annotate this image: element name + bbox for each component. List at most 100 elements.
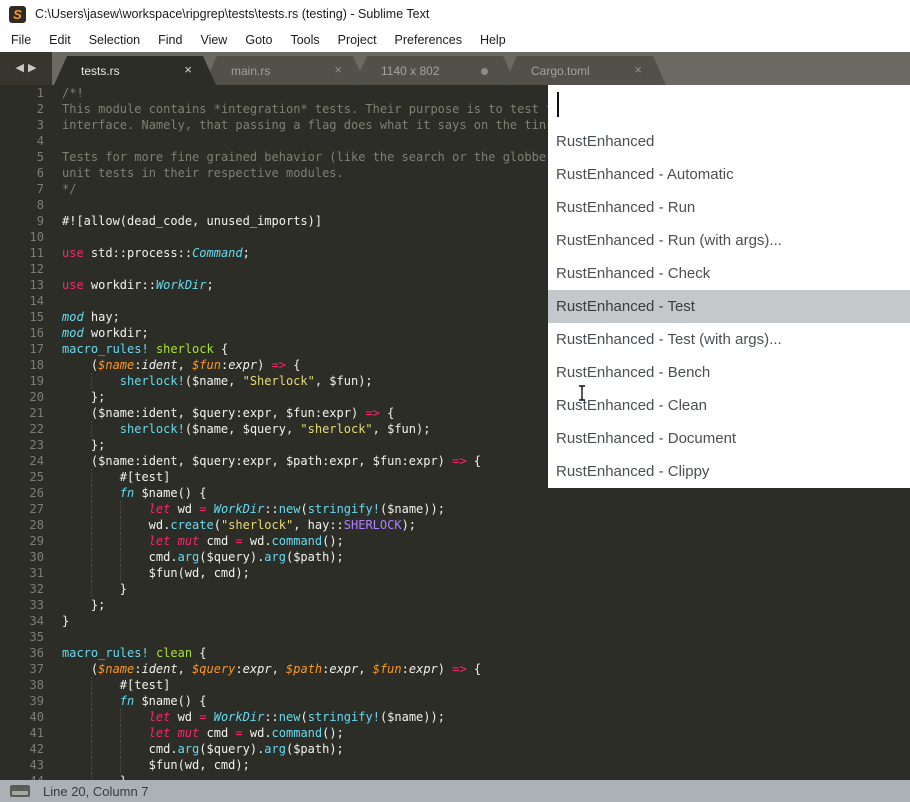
- close-icon[interactable]: ×: [634, 62, 642, 78]
- code-line[interactable]: 29let mut cmd = wd.command();: [0, 533, 910, 549]
- menu-view[interactable]: View: [191, 30, 236, 50]
- indent: [62, 421, 91, 437]
- menu-file[interactable]: File: [2, 30, 40, 50]
- line-number: 27: [0, 501, 44, 517]
- indent: [62, 581, 91, 597]
- tab-cargo.toml[interactable]: Cargo.toml×: [504, 56, 666, 85]
- palette-item[interactable]: RustEnhanced - Test (with args)...: [548, 323, 910, 356]
- line-number: 17: [0, 341, 44, 357]
- tab-1140-x-802[interactable]: 1140 x 802: [354, 56, 516, 85]
- palette-item[interactable]: RustEnhanced - Test: [548, 290, 910, 323]
- palette-item[interactable]: RustEnhanced - Run (with args)...: [548, 224, 910, 257]
- indent: [62, 485, 91, 501]
- tab-back-icon[interactable]: ◀: [16, 63, 24, 74]
- indent-guide: [91, 693, 120, 709]
- indent: [62, 405, 91, 421]
- ibeam-cursor-icon: [577, 385, 587, 401]
- palette-item[interactable]: RustEnhanced - Run: [548, 191, 910, 224]
- line-number: 10: [0, 229, 44, 245]
- line-number: 8: [0, 197, 44, 213]
- line-number: 12: [0, 261, 44, 277]
- code-line[interactable]: 32}: [0, 581, 910, 597]
- indent-guide: [120, 517, 149, 533]
- menu-find[interactable]: Find: [149, 30, 191, 50]
- code-text: let wd = WorkDir::new(stringify!($name))…: [62, 709, 445, 725]
- tab-tests.rs[interactable]: tests.rs×: [54, 56, 216, 85]
- palette-item[interactable]: RustEnhanced - Check: [548, 257, 910, 290]
- code-line[interactable]: 43$fun(wd, cmd);: [0, 757, 910, 773]
- code-line[interactable]: 35: [0, 629, 910, 645]
- code-line[interactable]: 42cmd.arg($query).arg($path);: [0, 741, 910, 757]
- line-number: 44: [0, 773, 44, 780]
- code-line[interactable]: 34}: [0, 613, 910, 629]
- command-palette-input[interactable]: [548, 85, 910, 125]
- line-number: 19: [0, 373, 44, 389]
- line-number: 13: [0, 277, 44, 293]
- code-text: use workdir::WorkDir;: [62, 277, 214, 293]
- indent: [62, 565, 91, 581]
- indent: [62, 437, 91, 453]
- palette-item[interactable]: RustEnhanced - Automatic: [548, 158, 910, 191]
- indent-guide: [91, 533, 120, 549]
- palette-item[interactable]: RustEnhanced: [548, 125, 910, 158]
- menu-tools[interactable]: Tools: [281, 30, 328, 50]
- palette-item[interactable]: RustEnhanced - Clean: [548, 389, 910, 422]
- menu-preferences[interactable]: Preferences: [386, 30, 471, 50]
- code-text: #[test]: [62, 469, 170, 485]
- line-number: 41: [0, 725, 44, 741]
- vintage-mode-icon[interactable]: [10, 785, 30, 797]
- code-text: }: [62, 773, 127, 780]
- menu-goto[interactable]: Goto: [236, 30, 281, 50]
- code-text: ($name:ident, $query:expr, $fun:expr) =>…: [62, 405, 394, 421]
- code-line[interactable]: 40let wd = WorkDir::new(stringify!($name…: [0, 709, 910, 725]
- code-line[interactable]: 41let mut cmd = wd.command();: [0, 725, 910, 741]
- line-number: 22: [0, 421, 44, 437]
- code-text: }: [62, 613, 69, 629]
- code-line[interactable]: 44}: [0, 773, 910, 780]
- palette-item[interactable]: RustEnhanced - Clippy: [548, 455, 910, 488]
- indent-guide: [120, 725, 149, 741]
- indent: [62, 725, 91, 741]
- code-line[interactable]: 33};: [0, 597, 910, 613]
- code-line[interactable]: 31$fun(wd, cmd);: [0, 565, 910, 581]
- indent-guide: [91, 773, 120, 780]
- menu-edit[interactable]: Edit: [40, 30, 80, 50]
- code-text: sherlock!($name, $query, "sherlock", $fu…: [62, 421, 430, 437]
- code-line[interactable]: 27 let wd = WorkDir::new(stringify!($name…: [0, 501, 910, 517]
- code-line[interactable]: 39fn $name() {: [0, 693, 910, 709]
- indent-guide: [91, 565, 120, 581]
- menu-selection[interactable]: Selection: [80, 30, 149, 50]
- indent: [62, 389, 91, 405]
- indent-guide: [120, 757, 149, 773]
- indent-guide: [120, 533, 149, 549]
- tab-forward-icon[interactable]: ▶: [28, 63, 36, 74]
- code-line[interactable]: 37 ($name:ident, $query:expr, $path:expr,…: [0, 661, 910, 677]
- line-number: 39: [0, 693, 44, 709]
- code-text: }: [62, 581, 127, 597]
- menu-help[interactable]: Help: [471, 30, 515, 50]
- tab-main.rs[interactable]: main.rs×: [204, 56, 366, 85]
- palette-item[interactable]: RustEnhanced - Bench: [548, 356, 910, 389]
- code-line[interactable]: 28wd.create("sherlock", hay::SHERLOCK);: [0, 517, 910, 533]
- code-line[interactable]: 30cmd.arg($query).arg($path);: [0, 549, 910, 565]
- sublime-text-window: S C:\Users\jasew\workspace\ripgrep\tests…: [0, 0, 910, 802]
- code-text: let wd = WorkDir::new(stringify!($name))…: [62, 501, 445, 517]
- menu-project[interactable]: Project: [329, 30, 386, 50]
- modified-dot-icon: [481, 68, 488, 75]
- line-number: 24: [0, 453, 44, 469]
- indent-guide: [91, 517, 120, 533]
- close-icon[interactable]: ×: [184, 62, 192, 78]
- indent-guide: [91, 501, 120, 517]
- indent-guide: [91, 485, 120, 501]
- code-text: mod workdir;: [62, 325, 149, 341]
- code-text: ($name:ident, $query:expr, $path:expr, $…: [62, 661, 481, 677]
- indent: [62, 533, 91, 549]
- code-text: interface. Namely, that passing a flag d…: [62, 117, 553, 133]
- line-number: 28: [0, 517, 44, 533]
- close-icon[interactable]: ×: [334, 62, 342, 78]
- code-line[interactable]: 36macro_rules! clean {: [0, 645, 910, 661]
- line-number: 37: [0, 661, 44, 677]
- code-line[interactable]: 38#[test]: [0, 677, 910, 693]
- palette-item[interactable]: RustEnhanced - Document: [548, 422, 910, 455]
- code-text: macro_rules! sherlock {: [62, 341, 228, 357]
